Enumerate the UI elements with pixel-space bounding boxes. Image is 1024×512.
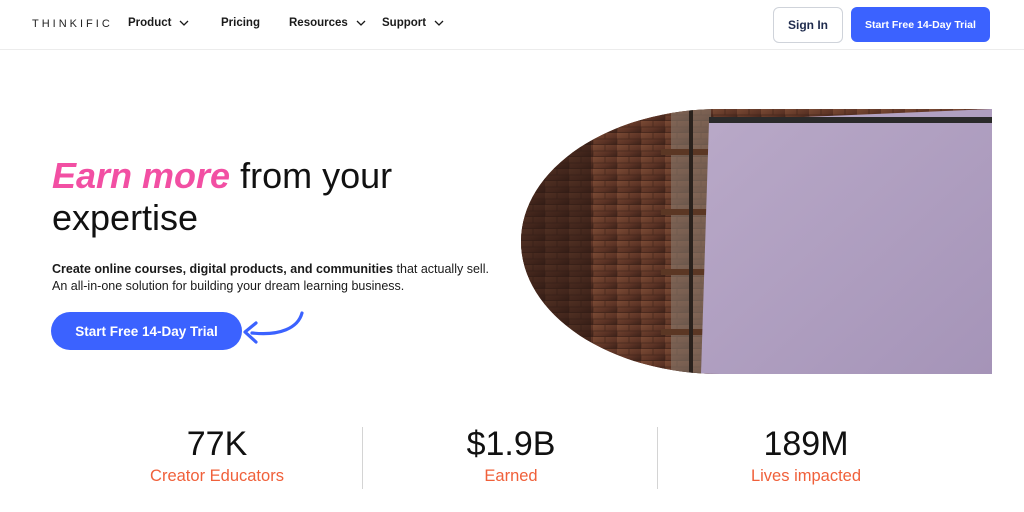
subtext-bold: Create online courses, digital products,… — [52, 262, 394, 276]
chevron-down-icon — [179, 20, 189, 26]
sign-in-button[interactable]: Sign In — [773, 7, 843, 43]
chevron-down-icon — [356, 20, 366, 26]
thinkific-logo[interactable]: THINKIFIC — [32, 18, 113, 30]
stat-label: Lives impacted — [750, 467, 862, 485]
stat-divider — [362, 427, 363, 489]
stat-divider — [657, 427, 658, 489]
header-trial-button[interactable]: Start Free 14-Day Trial — [851, 7, 990, 42]
hero-image — [521, 109, 992, 374]
stat-value: $1.9B — [466, 425, 556, 463]
nav-support-label: Support — [382, 17, 427, 29]
nav-resources-label: Resources — [289, 17, 348, 29]
hero-headline: Earn more from your expertise — [52, 155, 492, 239]
nav-product-label: Product — [128, 17, 172, 29]
stat-creators: 77K Creator Educators — [102, 425, 332, 487]
chevron-down-icon — [434, 20, 444, 26]
nav-support[interactable]: Support — [382, 17, 444, 29]
stat-lives: 189M Lives impacted — [691, 425, 921, 487]
nav-product[interactable]: Product — [128, 17, 189, 29]
hero-trial-button[interactable]: Start Free 14-Day Trial — [51, 312, 242, 350]
nav-pricing-label: Pricing — [221, 17, 260, 29]
studio-backdrop-photo — [521, 109, 992, 374]
stat-earned: $1.9B Earned — [396, 425, 626, 487]
hero-subtext: Create online courses, digital products,… — [52, 261, 492, 294]
curved-arrow-icon — [243, 311, 304, 344]
stat-label: Creator Educators — [150, 467, 284, 485]
stat-value: 189M — [763, 425, 849, 463]
top-navigation-bar: THINKIFIC Product Pricing Resources Supp… — [0, 0, 1024, 50]
stat-value: 77K — [186, 425, 248, 463]
headline-accent: Earn more — [52, 155, 231, 196]
nav-resources[interactable]: Resources — [289, 17, 366, 29]
nav-pricing[interactable]: Pricing — [221, 17, 260, 29]
stat-label: Earned — [484, 467, 538, 485]
